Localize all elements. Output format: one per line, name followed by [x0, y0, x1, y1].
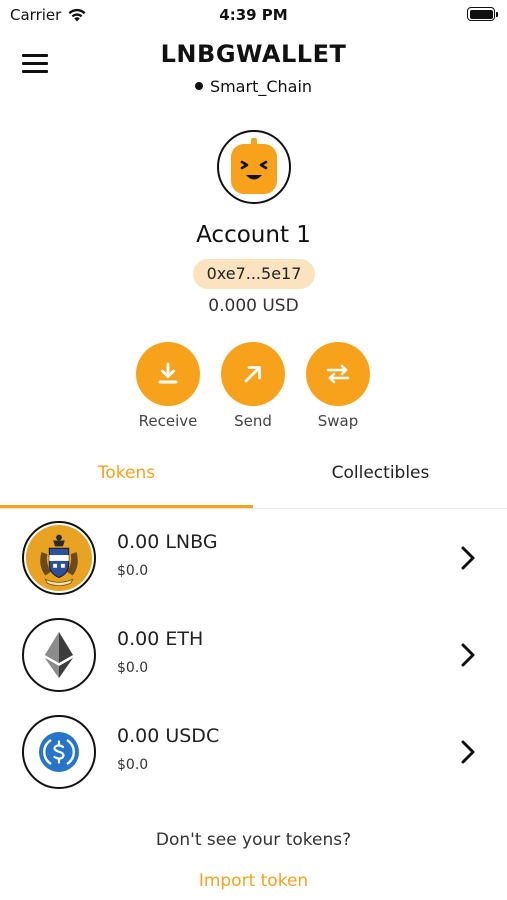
- account-balance: 0.000 USD: [208, 296, 299, 316]
- account-name: Account 1: [196, 222, 311, 248]
- swap-circle[interactable]: [306, 342, 370, 406]
- token-fiat-value: $0.0: [117, 757, 149, 773]
- account-address-chip[interactable]: 0xe7...5e17: [193, 259, 315, 289]
- battery-icon: [467, 7, 498, 21]
- token-fiat-value: $0.0: [117, 660, 149, 676]
- arrow-up-right-icon: [244, 366, 261, 383]
- network-name: Smart_Chain: [209, 77, 313, 96]
- receive-button[interactable]: Receive: [128, 342, 208, 430]
- account-avatar[interactable]: [217, 130, 291, 204]
- network-indicator[interactable]: Smart_Chain: [0, 77, 507, 96]
- chevron-right-icon: [461, 643, 475, 667]
- status-time: 4:39 PM: [219, 6, 288, 24]
- usdc-icon: [22, 715, 96, 789]
- token-fiat-value: $0.0: [117, 563, 149, 579]
- missing-tokens-prompt: Don't see your tokens?: [155, 830, 352, 850]
- token-amount: 0.00 ETH: [117, 628, 204, 650]
- swap-button[interactable]: Swap: [298, 342, 378, 430]
- ethereum-icon: [22, 618, 96, 692]
- send-button[interactable]: Send: [213, 342, 293, 430]
- swap-arrows-icon: [326, 364, 350, 384]
- receive-circle[interactable]: [136, 342, 200, 406]
- token-row-lnbg[interactable]: 0.00 LNBG $0.0: [0, 519, 507, 615]
- robot-avatar-icon: [231, 138, 277, 194]
- send-circle[interactable]: [221, 342, 285, 406]
- app-title: LNBGWALLET: [160, 40, 347, 68]
- chevron-right-icon: [461, 546, 475, 570]
- send-label: Send: [234, 412, 272, 430]
- asset-tabs: Tokens Collectibles: [0, 450, 507, 509]
- tab-tokens[interactable]: Tokens: [0, 450, 253, 508]
- tab-collectibles[interactable]: Collectibles: [254, 450, 507, 508]
- swap-label: Swap: [317, 412, 359, 430]
- token-amount: 0.00 USDC: [117, 725, 220, 747]
- status-bar: Carrier 4:39 PM: [0, 0, 507, 32]
- token-amount: 0.00 LNBG: [117, 531, 218, 553]
- app-header: LNBGWALLET Smart_Chain: [0, 36, 507, 106]
- network-status-dot: [194, 81, 203, 90]
- chevron-right-icon: [461, 740, 475, 764]
- token-row-usdc[interactable]: 0.00 USDC $0.0: [0, 713, 507, 809]
- lnbg-crest-icon: [22, 521, 96, 595]
- import-token-link[interactable]: Import token: [0, 871, 507, 891]
- token-row-eth[interactable]: 0.00 ETH $0.0: [0, 616, 507, 712]
- download-icon: [158, 362, 178, 384]
- receive-label: Receive: [138, 412, 198, 430]
